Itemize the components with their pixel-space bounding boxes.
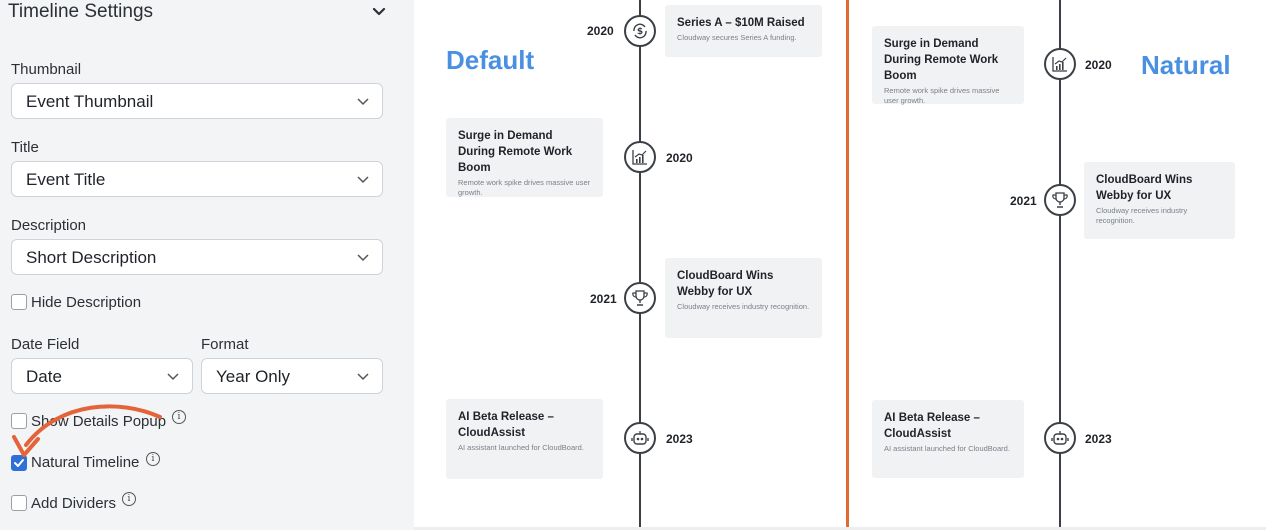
thumbnail-select[interactable]: Event Thumbnail xyxy=(11,83,383,119)
hide-description-label: Hide Description xyxy=(31,294,142,311)
growth-chart-icon xyxy=(1044,48,1076,80)
title-select-value: Event Title xyxy=(26,170,106,189)
svg-text:$: $ xyxy=(637,27,643,37)
thumbnail-label: Thumbnail xyxy=(11,61,82,78)
description-label: Description xyxy=(11,217,87,234)
event-title: CloudBoard Wins Webby for UX xyxy=(1096,174,1193,202)
event-card[interactable]: CloudBoard Wins Webby for UX Cloudway re… xyxy=(1084,162,1235,239)
panel-title: Timeline Settings xyxy=(8,1,154,22)
event-card[interactable]: AI Beta Release – CloudAssist AI assista… xyxy=(446,399,603,479)
event-year: 2021 xyxy=(590,292,617,306)
growth-chart-icon xyxy=(624,141,656,173)
trophy-icon xyxy=(624,282,656,314)
event-card[interactable]: Series A – $10M Raised Cloudway secures … xyxy=(665,5,822,57)
event-card[interactable]: Surge in Demand During Remote Work Boom … xyxy=(872,26,1024,105)
event-title: Series A – $10M Raised xyxy=(677,17,805,29)
event-description: Cloudway secures Series A funding. xyxy=(677,33,797,42)
date-field-select-value: Date xyxy=(26,367,62,386)
dollar-cycle-icon: $ xyxy=(624,15,656,47)
natural-heading: Natural xyxy=(1141,50,1231,80)
format-label: Format xyxy=(201,336,249,353)
event-description: Cloudway receives industry recognition. xyxy=(1096,206,1188,225)
event-title: Surge in Demand During Remote Work Boom xyxy=(884,38,999,82)
event-year: 2023 xyxy=(666,432,693,446)
trophy-icon xyxy=(1044,184,1076,216)
add-dividers-label: Add Dividers xyxy=(31,495,117,512)
chevron-down-icon xyxy=(357,373,369,381)
title-label: Title xyxy=(11,139,39,156)
event-year: 2023 xyxy=(1085,432,1112,446)
robot-icon xyxy=(624,422,656,454)
event-card[interactable]: AI Beta Release – CloudAssist AI assista… xyxy=(872,400,1024,478)
event-description: AI assistant launched for CloudBoard. xyxy=(458,443,584,452)
event-description: Remote work spike drives massive user gr… xyxy=(458,178,591,197)
chevron-down-icon[interactable] xyxy=(370,5,388,19)
title-select[interactable]: Event Title xyxy=(11,161,383,197)
description-select[interactable]: Short Description xyxy=(11,239,383,275)
chevron-down-icon xyxy=(357,254,369,262)
date-field-label: Date Field xyxy=(11,336,80,353)
description-select-value: Short Description xyxy=(26,248,157,267)
info-icon[interactable]: i xyxy=(122,492,136,506)
hide-description-checkbox[interactable] xyxy=(11,294,27,310)
event-card[interactable]: CloudBoard Wins Webby for UX Cloudway re… xyxy=(665,258,822,338)
event-card[interactable]: Surge in Demand During Remote Work Boom … xyxy=(446,118,603,197)
add-dividers-checkbox[interactable] xyxy=(11,495,27,511)
event-year: 2020 xyxy=(666,151,693,165)
event-title: Surge in Demand During Remote Work Boom xyxy=(458,130,573,174)
chevron-down-icon xyxy=(167,373,179,381)
event-description: Cloudway receives industry recognition. xyxy=(677,302,810,311)
event-title: AI Beta Release – CloudAssist xyxy=(458,411,554,439)
event-description: Remote work spike drives massive user gr… xyxy=(884,86,1000,105)
robot-icon xyxy=(1044,422,1076,454)
format-select[interactable]: Year Only xyxy=(201,358,383,394)
event-description: AI assistant launched for CloudBoard. xyxy=(884,444,1010,453)
event-year: 2020 xyxy=(1085,58,1112,72)
event-title: CloudBoard Wins Webby for UX xyxy=(677,270,774,298)
event-year: 2020 xyxy=(587,24,614,38)
date-field-select[interactable]: Date xyxy=(11,358,193,394)
default-heading: Default xyxy=(446,45,535,75)
event-title: AI Beta Release – CloudAssist xyxy=(884,412,980,440)
format-select-value: Year Only xyxy=(216,367,291,386)
thumbnail-select-value: Event Thumbnail xyxy=(26,92,154,111)
timeline-settings-panel: Timeline Settings Thumbnail Event Thumbn… xyxy=(0,0,414,530)
view-divider xyxy=(846,0,849,530)
chevron-down-icon xyxy=(357,176,369,184)
chevron-down-icon xyxy=(357,98,369,106)
annotation-arrow-icon xyxy=(12,404,162,457)
event-year: 2021 xyxy=(1010,194,1037,208)
